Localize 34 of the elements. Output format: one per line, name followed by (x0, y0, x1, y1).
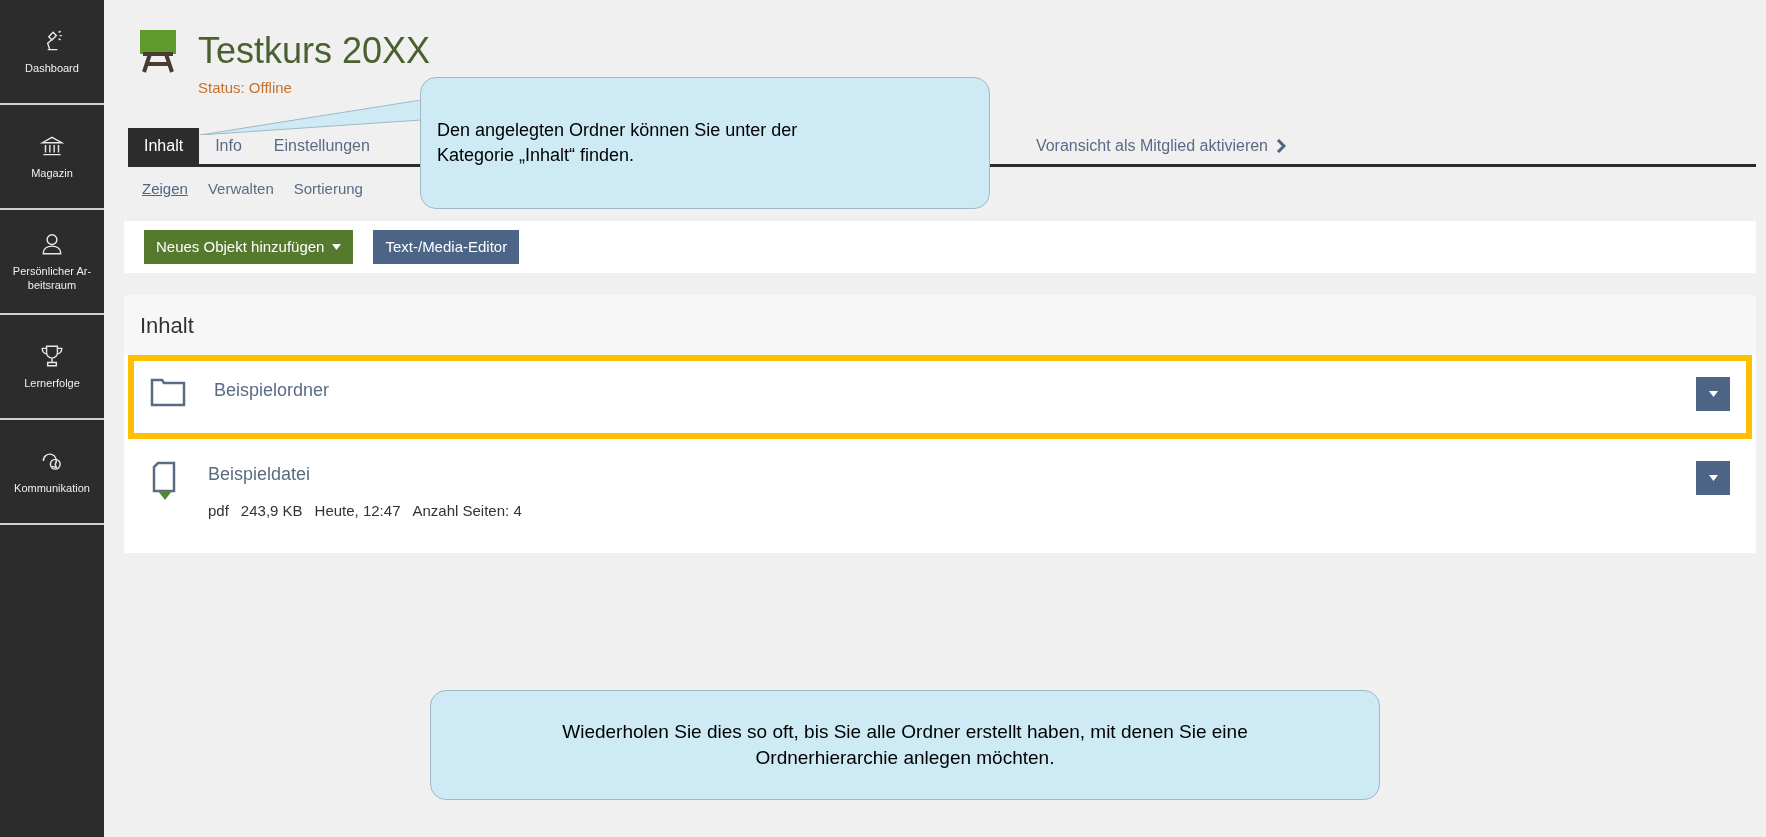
tab[interactable]: Inhalt (128, 128, 200, 164)
preview-link[interactable]: Voransicht als Mitglied aktivieren (1035, 128, 1286, 164)
subtab-link[interactable]: Verwalten (207, 177, 274, 201)
callout: Wiederholen Sie dies so oft, bis Sie alle Ordner erstellt haben, mit denen Sie eine Ordnerhierarchie anlegen möchten. (430, 690, 1380, 800)
dropdown-button[interactable] (1696, 377, 1730, 411)
sidebar-item[interactable]: Lernerfolge (0, 315, 104, 420)
easel-icon (138, 28, 178, 74)
tab[interactable]: Einstellungen (257, 128, 386, 164)
editor-button[interactable]: Text-/Media-Editor (373, 230, 520, 264)
course-title: Testkurs 20XX (198, 29, 431, 73)
course-status: Status: Offline (198, 78, 293, 98)
folder-icon (150, 377, 186, 407)
caret-icon (1708, 391, 1718, 397)
callout: Den angelegten Ordner können Sie unter der Kategorie „Inhalt“ finden. (420, 77, 990, 209)
item-property: 243,9 KB (240, 501, 303, 521)
subtab-link[interactable]: Zeigen (142, 177, 188, 201)
item-property: Heute, 12:47 (314, 501, 401, 521)
item-title-link[interactable]: Beispielordner (214, 377, 330, 404)
caret-icon (332, 244, 342, 250)
caret-icon (1708, 475, 1718, 481)
content-item[interactable]: Beispieldatei pdf 243,9 KB Heute, 12:47 Anzahl Seiten: 4 (128, 439, 1752, 541)
sidebar-item[interactable]: Dashboard (0, 0, 104, 105)
item-property: Anzahl Seiten: 4 (412, 501, 522, 521)
chevron-right-icon (1276, 139, 1286, 153)
sidebar-item[interactable]: Persönlicher Ar-beitsraum (0, 210, 104, 315)
content-item[interactable]: Beispielordner (128, 355, 1752, 439)
sidebar-item[interactable]: Kommunikation (0, 420, 104, 525)
section-heading: Inhalt (140, 311, 194, 340)
sidebar-item[interactable]: Magazin (0, 105, 104, 210)
add-object-button[interactable]: Neues Objekt hinzufügen (144, 230, 354, 264)
dropdown-button[interactable] (1696, 461, 1730, 495)
item-title-link[interactable]: Beispieldatei (208, 461, 311, 488)
item-property: pdf (208, 501, 229, 521)
subtab-link[interactable]: Sortierung (293, 177, 363, 201)
